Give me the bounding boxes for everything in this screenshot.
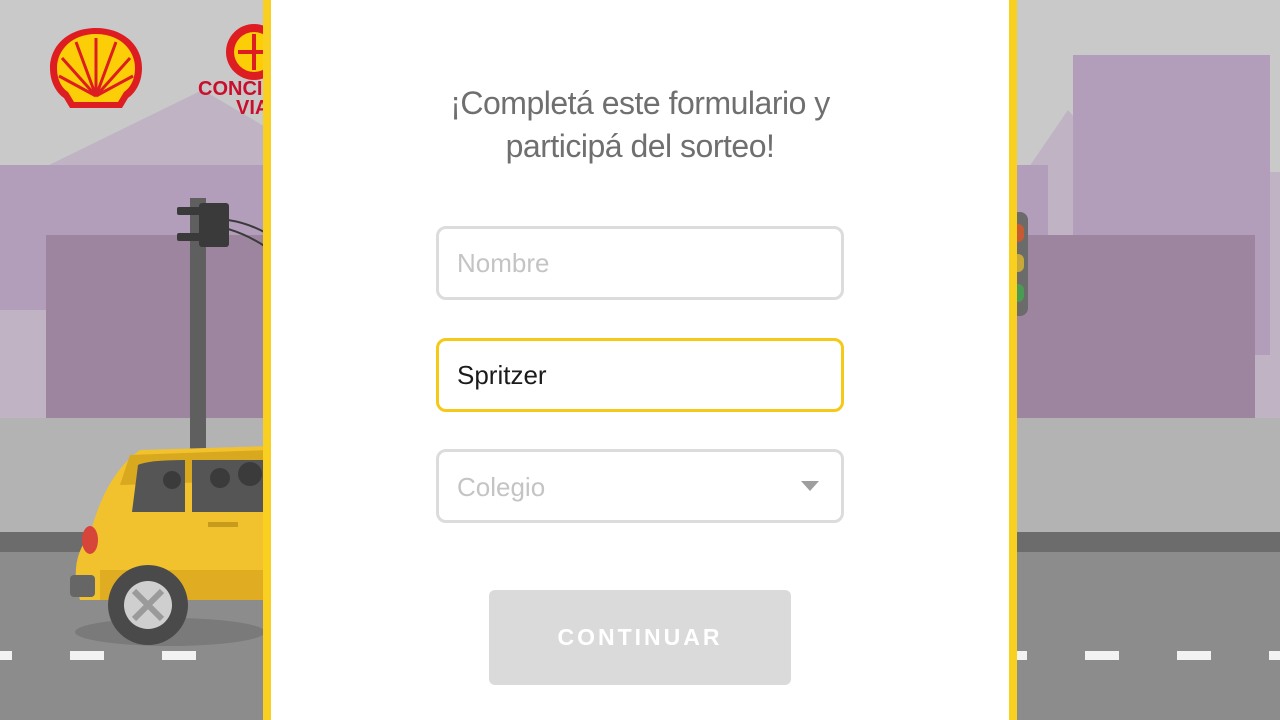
car-illustration [70, 446, 270, 646]
conciencia-vial-logo-text: CONCIENCIA VIAL [198, 80, 268, 124]
apellido-field [436, 338, 844, 412]
continue-button[interactable]: CONTINUAR [489, 590, 791, 685]
nombre-input[interactable] [439, 229, 841, 297]
road-dash [70, 651, 104, 660]
building-right-front [1015, 235, 1255, 449]
road-dash [1085, 651, 1119, 660]
form-panel: ¡Completá este formulario y participá de… [263, 0, 1017, 720]
caret-down-icon [801, 481, 819, 491]
road-dash [162, 651, 196, 660]
colegio-select-placeholder: Colegio [457, 472, 546, 502]
road-dash [1177, 651, 1211, 660]
utility-pole-box [199, 203, 229, 247]
form-title-line1: ¡Completá este formulario y [450, 85, 830, 121]
apellido-input[interactable] [439, 341, 841, 409]
utility-pole-arm [177, 233, 201, 241]
road-dash [1269, 651, 1280, 660]
utility-wires [228, 219, 267, 248]
nombre-field [436, 226, 844, 300]
road-dash [1017, 651, 1027, 660]
form-title-line2: participá del sorteo! [505, 128, 775, 164]
conciencia-vial-line2: VIAL [236, 97, 268, 119]
shell-logo-icon [50, 28, 142, 108]
building-left-front [46, 235, 268, 449]
colegio-select[interactable]: Colegio [436, 449, 844, 523]
form-title: ¡Completá este formulario y participá de… [271, 82, 1009, 168]
utility-pole-arm [177, 207, 201, 215]
road-dash [0, 651, 12, 660]
